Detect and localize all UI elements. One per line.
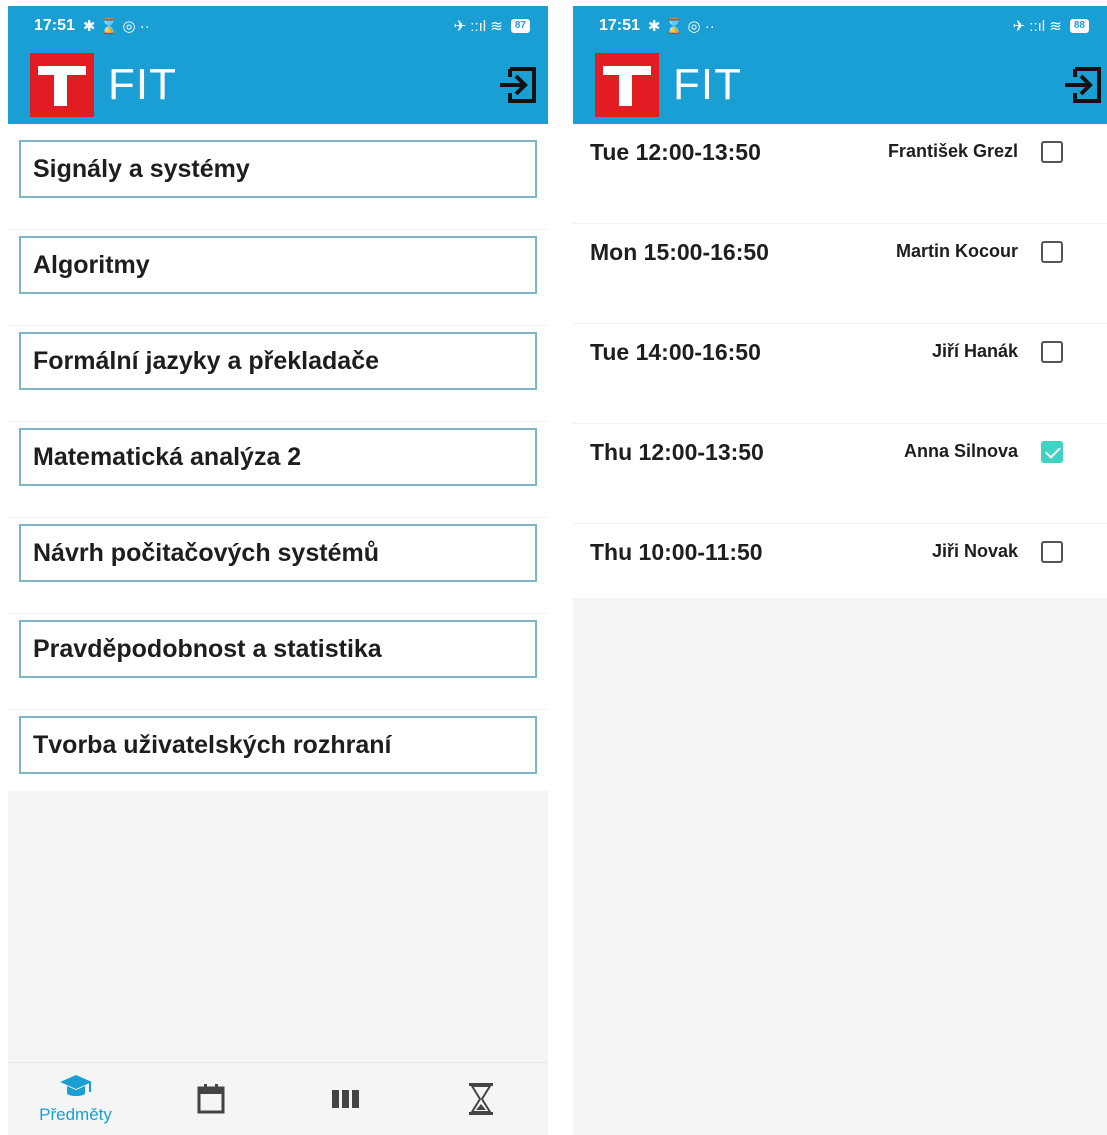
empty-area: [8, 791, 548, 1063]
list-item: Matematická analýza 2: [8, 422, 548, 518]
status-icons-right: ✈ ::ıl ≋: [1012, 18, 1062, 35]
battery-icon: 88: [1069, 19, 1089, 33]
table-row: Tue 14:00-16:50 Jiří Hanák: [573, 324, 1107, 424]
course-button[interactable]: Matematická analýza 2: [19, 428, 537, 486]
status-bar: 17:51 ✱ ⌛ ◎ ·· ✈ ::ıl ≋ 88: [573, 6, 1107, 46]
table-row: Thu 12:00-13:50 Anna Silnova: [573, 424, 1107, 524]
course-button[interactable]: Algoritmy: [19, 236, 537, 294]
slot-time: Thu 12:00-13:50: [590, 439, 764, 465]
list-item: Algoritmy: [8, 230, 548, 326]
course-button[interactable]: Tvorba uživatelských rozhraní: [19, 716, 537, 774]
hourglass-icon: [468, 1083, 493, 1115]
slot-teacher: Jiří Hanák: [931, 341, 1018, 361]
nav-courses-label: Předměty: [39, 1105, 112, 1124]
nav-courses[interactable]: Předměty: [8, 1063, 143, 1135]
slot-teacher: Anna Silnova: [903, 441, 1018, 461]
slot-checkbox-checked[interactable]: [1041, 441, 1063, 463]
slot-checkbox[interactable]: [1041, 141, 1063, 163]
logout-icon[interactable]: [1061, 63, 1105, 107]
app-title: FIT: [673, 60, 742, 109]
app-bar: FIT: [8, 46, 548, 124]
slot-checkbox[interactable]: [1041, 541, 1063, 563]
vut-logo-icon: [30, 53, 94, 117]
nav-hourglass[interactable]: [413, 1063, 548, 1135]
logout-icon[interactable]: [496, 63, 540, 107]
app-bar: FIT: [573, 46, 1107, 124]
course-button[interactable]: Signály a systémy: [19, 140, 537, 198]
list-item: Signály a systémy: [8, 134, 548, 230]
columns-icon: [331, 1090, 359, 1108]
status-time: 17:51: [599, 17, 640, 34]
course-button[interactable]: Návrh počitačových systémů: [19, 524, 537, 582]
vut-logo-icon: [595, 53, 659, 117]
slot-checkbox[interactable]: [1041, 241, 1063, 263]
empty-area: [573, 598, 1107, 1135]
table-row: Mon 15:00-16:50 Martin Kocour: [573, 224, 1107, 324]
app-title: FIT: [108, 60, 177, 109]
nav-calendar[interactable]: [143, 1063, 278, 1135]
list-item: Návrh počitačových systémů: [8, 518, 548, 614]
status-icons-left: ✱ ⌛ ◎ ··: [647, 18, 715, 35]
course-button[interactable]: Pravděpodobnost a statistika: [19, 620, 537, 678]
schedule-screen: 17:51 ✱ ⌛ ◎ ·· ✈ ::ıl ≋ 88 FIT Tue 12:00…: [573, 6, 1107, 1135]
status-icons-left: ✱ ⌛ ◎ ··: [82, 18, 150, 35]
status-icons-right: ✈ ::ıl ≋: [453, 18, 503, 35]
slot-time: Mon 15:00-16:50: [590, 239, 769, 265]
graduation-cap-icon: [59, 1075, 92, 1096]
slot-time: Thu 10:00-11:50: [590, 539, 763, 565]
battery-icon: 87: [510, 19, 530, 33]
list-item: Formální jazyky a překladače: [8, 326, 548, 422]
bottom-navigation: Předměty: [8, 1062, 548, 1135]
nav-columns[interactable]: [278, 1063, 413, 1135]
list-item: Pravděpodobnost a statistika: [8, 614, 548, 710]
slot-teacher: Jiři Novak: [931, 541, 1018, 561]
schedule-list: Tue 12:00-13:50 František Grezl Mon 15:0…: [573, 124, 1107, 624]
course-button[interactable]: Formální jazyky a překladače: [19, 332, 537, 390]
slot-teacher: Martin Kocour: [895, 241, 1018, 261]
status-bar: 17:51 ✱ ⌛ ◎ ·· ✈ ::ıl ≋ 87: [8, 6, 548, 46]
calendar-icon: [197, 1084, 224, 1114]
courses-screen: 17:51 ✱ ⌛ ◎ ·· ✈ ::ıl ≋ 87 FIT Signály a…: [8, 6, 548, 1135]
course-list: Signály a systémy Algoritmy Formální jaz…: [8, 124, 548, 806]
slot-time: Tue 12:00-13:50: [590, 139, 761, 165]
slot-checkbox[interactable]: [1041, 341, 1063, 363]
slot-teacher: František Grezl: [887, 141, 1018, 161]
slot-time: Tue 14:00-16:50: [590, 339, 761, 365]
status-time: 17:51: [34, 17, 75, 34]
table-row: Tue 12:00-13:50 František Grezl: [573, 124, 1107, 224]
